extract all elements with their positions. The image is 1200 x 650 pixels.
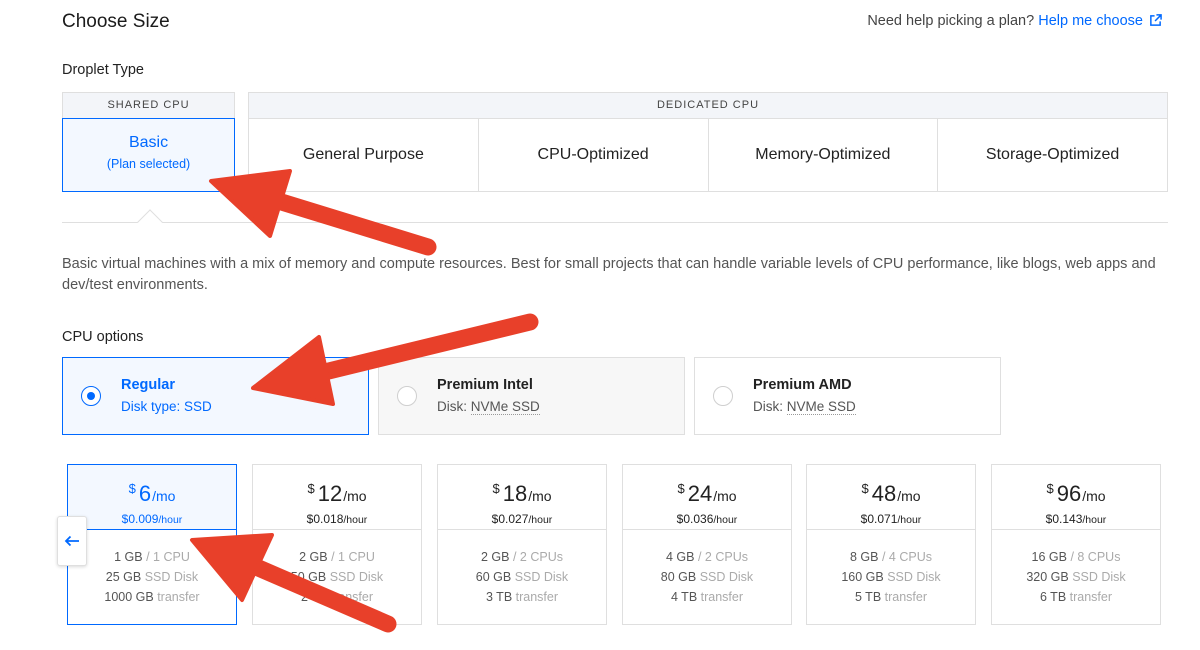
droplet-type-label: Droplet Type — [62, 62, 144, 78]
cpu-option-name: Premium Intel — [437, 377, 533, 393]
plan-specs: 2 GB / 2 CPUs 60 GB SSD Disk 3 TB transf… — [475, 550, 569, 604]
basic-plan-card[interactable]: Basic (Plan selected) — [62, 118, 235, 192]
monthly-price: $18/mo — [492, 481, 552, 506]
external-link-icon — [1150, 14, 1162, 26]
help-link-label: Help me choose — [1038, 13, 1143, 29]
monthly-price: $96/mo — [1046, 481, 1106, 506]
hourly-price: $0.027/hour — [491, 512, 553, 526]
hourly-price: $0.071/hour — [860, 512, 922, 526]
plan-card-48[interactable]: $48/mo $0.071/hour 8 GB / 4 CPUs 160 GB … — [806, 464, 976, 625]
cpu-option-disk: Disk type: SSD — [121, 399, 212, 414]
hourly-price: $0.018/hour — [306, 512, 368, 526]
dedicated-cpu-group: DEDICATED CPU General Purpose CPU-Optimi… — [248, 92, 1168, 192]
hourly-price: $0.009/hour — [121, 512, 183, 526]
plan-card-18[interactable]: $18/mo $0.027/hour 2 GB / 2 CPUs 60 GB S… — [437, 464, 607, 625]
plan-specs: 16 GB / 8 CPUs 320 GB SSD Disk 6 TB tran… — [1026, 550, 1126, 604]
help-prefix: Need help picking a plan? — [867, 13, 1035, 29]
cpu-option-name: Premium AMD — [753, 377, 852, 393]
plan-specs: 4 GB / 2 CPUs 80 GB SSD Disk 4 TB transf… — [660, 550, 754, 604]
monthly-price: $48/mo — [861, 481, 921, 506]
help-text: Need help picking a plan? Help me choose — [867, 13, 1162, 29]
plan-card-96[interactable]: $96/mo $0.143/hour 16 GB / 8 CPUs 320 GB… — [991, 464, 1161, 625]
basic-plan-title: Basic — [128, 134, 169, 151]
monthly-price: $12/mo — [307, 481, 367, 506]
help-me-choose-link[interactable]: Help me choose — [1038, 13, 1162, 29]
plan-card-24[interactable]: $24/mo $0.036/hour 4 GB / 2 CPUs 80 GB S… — [622, 464, 792, 625]
shared-cpu-header: SHARED CPU — [62, 92, 235, 118]
monthly-price: $6/mo — [128, 481, 176, 506]
plan-cpu-optimized[interactable]: CPU-Optimized — [479, 119, 709, 191]
cpu-option-disk: Disk: NVMe SSD — [753, 399, 856, 415]
scroll-back-button[interactable] — [57, 516, 87, 566]
radio-icon[interactable] — [397, 386, 417, 406]
cpu-options-label: CPU options — [62, 329, 144, 345]
arrow-left-icon — [64, 535, 79, 547]
selection-notch — [137, 209, 163, 235]
plan-specs: 8 GB / 4 CPUs 160 GB SSD Disk 5 TB trans… — [841, 550, 941, 604]
cpu-option-premium-intel[interactable]: Premium Intel Disk: NVMe SSD — [378, 357, 685, 435]
cpu-option-regular[interactable]: Regular Disk type: SSD — [62, 357, 369, 435]
radio-icon[interactable] — [81, 386, 101, 406]
dedicated-cpu-header: DEDICATED CPU — [248, 92, 1168, 118]
section-divider — [62, 222, 1168, 223]
plan-storage-optimized[interactable]: Storage-Optimized — [938, 119, 1167, 191]
plan-general-purpose[interactable]: General Purpose — [249, 119, 479, 191]
plan-memory-optimized[interactable]: Memory-Optimized — [709, 119, 939, 191]
plan-specs: 2 GB / 1 CPU 50 GB SSD Disk 2 TB transfe… — [290, 550, 384, 604]
cpu-option-disk: Disk: NVMe SSD — [437, 399, 540, 415]
cpu-option-name: Regular — [121, 377, 175, 393]
hourly-price: $0.143/hour — [1045, 512, 1107, 526]
basic-plan-status: (Plan selected) — [106, 157, 191, 171]
plan-card-6[interactable]: $6/mo $0.009/hour 1 GB / 1 CPU 25 GB SSD… — [67, 464, 237, 625]
plan-description: Basic virtual machines with a mix of mem… — [62, 256, 1156, 293]
plan-specs: 1 GB / 1 CPU 25 GB SSD Disk 1000 GB tran… — [104, 550, 200, 604]
monthly-price: $24/mo — [677, 481, 737, 506]
cpu-option-premium-amd[interactable]: Premium AMD Disk: NVMe SSD — [694, 357, 1001, 435]
shared-cpu-group: SHARED CPU Basic (Plan selected) — [62, 92, 235, 192]
page-title: Choose Size — [62, 11, 170, 32]
plan-card-12[interactable]: $12/mo $0.018/hour 2 GB / 1 CPU 50 GB SS… — [252, 464, 422, 625]
radio-icon[interactable] — [713, 386, 733, 406]
hourly-price: $0.036/hour — [676, 512, 738, 526]
